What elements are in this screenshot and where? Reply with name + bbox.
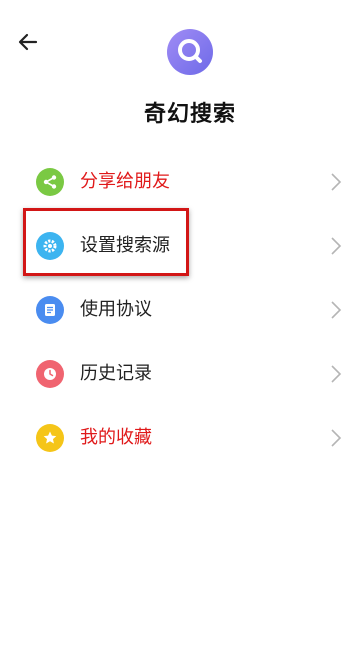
chevron-right-icon: [331, 173, 342, 191]
arrow-left-icon: [18, 33, 38, 51]
menu-item-label: 历史记录: [80, 363, 152, 384]
share-icon: [36, 168, 64, 196]
chevron-right-icon: [331, 301, 342, 319]
screen: 奇幻搜索 分享给朋友 设置搜索源 使用协议 历史记录 我的收藏: [0, 0, 360, 645]
magnifier-logo-icon: [167, 29, 213, 75]
document-icon: [36, 296, 64, 324]
menu-item-share[interactable]: 分享给朋友: [0, 150, 360, 214]
menu-item-history[interactable]: 历史记录: [0, 342, 360, 406]
back-button[interactable]: [14, 28, 42, 56]
menu-item-search-source[interactable]: 设置搜索源: [0, 214, 360, 278]
clock-icon: [36, 360, 64, 388]
chevron-right-icon: [331, 365, 342, 383]
menu-item-user-agreement[interactable]: 使用协议: [0, 278, 360, 342]
menu-item-label: 使用协议: [80, 299, 152, 320]
menu-list: 分享给朋友 设置搜索源 使用协议 历史记录 我的收藏: [0, 150, 360, 470]
gear-icon: [36, 232, 64, 260]
chevron-right-icon: [331, 429, 342, 447]
menu-item-label: 设置搜索源: [80, 235, 170, 256]
chevron-right-icon: [331, 237, 342, 255]
app-logo: [166, 28, 214, 76]
menu-item-label: 我的收藏: [80, 427, 152, 448]
app-title: 奇幻搜索: [143, 102, 236, 127]
menu-item-label: 分享给朋友: [80, 171, 170, 192]
menu-item-favorites[interactable]: 我的收藏: [0, 406, 360, 470]
star-icon: [36, 424, 64, 452]
